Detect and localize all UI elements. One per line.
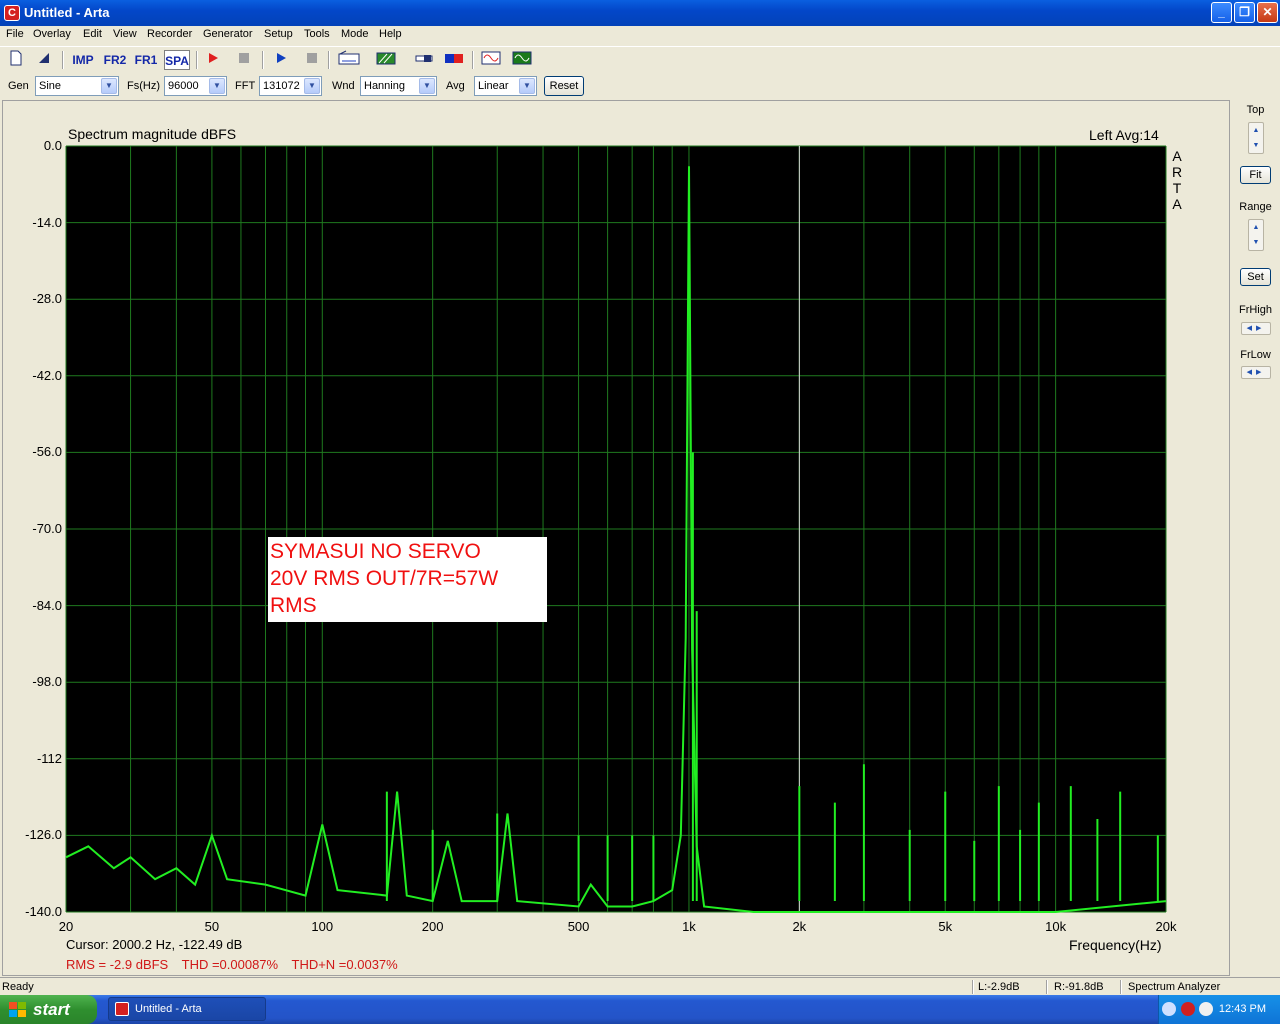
top-spinner[interactable]: ▲ ▼: [1248, 122, 1264, 154]
channel-info: Left Avg:14: [1089, 127, 1159, 143]
status-right-level: R:-91.8dB: [1054, 981, 1104, 993]
system-tray: 12:43 PM: [1158, 995, 1280, 1024]
x-tick-label: 500: [567, 919, 590, 934]
range-label: Range: [1239, 201, 1272, 213]
y-tick-label: -14.0: [32, 214, 62, 230]
y-tick-label: -28.0: [32, 291, 62, 307]
start-button[interactable]: start: [0, 995, 97, 1024]
status-bar: Ready L:-2.9dB R:-91.8dB Spectrum Analyz…: [0, 977, 1280, 995]
x-tick-label: 2k: [792, 919, 807, 934]
x-tick-label: 1k: [682, 919, 696, 934]
x-tick-label: 20: [58, 919, 74, 934]
plot-annotation[interactable]: SYMASUI NO SERVO 20V RMS OUT/7R=57W RMS: [268, 537, 547, 622]
annotation-line: 20V RMS OUT/7R=57W: [270, 567, 499, 590]
y-tick-label: -70.0: [32, 521, 62, 536]
frlow-spinner[interactable]: ◀▶: [1241, 366, 1271, 379]
arta-letter: T: [1172, 180, 1182, 196]
cursor-readout: Cursor: 2000.2 Hz, -122.49 dB: [66, 937, 243, 952]
start-label: start: [33, 1000, 70, 1019]
x-tick-label: 5k: [938, 919, 953, 934]
frhigh-spinner[interactable]: ◀▶: [1241, 322, 1271, 335]
annotation-line: RMS: [270, 594, 317, 617]
maximize-button[interactable]: ❐: [1234, 2, 1255, 23]
close-button[interactable]: ✕: [1257, 2, 1278, 23]
y-tick-label: -84.0: [32, 597, 62, 613]
y-tick-label: 0.0: [43, 138, 62, 153]
set-button[interactable]: Set: [1240, 268, 1271, 286]
y-tick-label: -140.0: [25, 904, 62, 919]
x-tick-label: 20k: [1155, 919, 1177, 934]
y-tick-label: -42.0: [32, 367, 62, 383]
status-mode: Spectrum Analyzer: [1128, 981, 1221, 993]
range-spinner[interactable]: ▲ ▼: [1248, 219, 1264, 251]
thdn-value: THD+N =0.0037%: [291, 957, 398, 972]
arta-letter: A: [1172, 148, 1182, 164]
y-tick-label: -56.0: [32, 444, 62, 460]
tray-app-icon[interactable]: [1199, 1002, 1213, 1016]
thd-value: THD =0.00087%: [181, 957, 279, 972]
tray-clock: 12:43 PM: [1218, 1003, 1266, 1015]
plot-title: Spectrum magnitude dBFS: [68, 126, 237, 142]
app-icon: [115, 1002, 129, 1016]
annotation-line: SYMASUI NO SERVO: [270, 540, 481, 563]
top-label: Top: [1246, 104, 1265, 116]
taskbar: start Untitled - Arta 12:43 PM: [0, 995, 1280, 1024]
x-tick-label: 50: [204, 919, 220, 934]
x-tick-label: 100: [311, 919, 334, 934]
tray-expand-icon[interactable]: [1162, 1002, 1176, 1016]
frhigh-label: FrHigh: [1238, 304, 1272, 316]
fit-button[interactable]: Fit: [1240, 166, 1271, 184]
status-divider: [1046, 980, 1048, 994]
status-left-level: L:-2.9dB: [978, 981, 1020, 993]
arta-vertical-label: ARTA: [1171, 148, 1183, 212]
frlow-label: FrLow: [1240, 349, 1271, 361]
x-tick-label: 200: [421, 919, 444, 934]
y-tick-label: -98.0: [32, 674, 62, 690]
tray-security-icon[interactable]: [1181, 1002, 1195, 1016]
taskbar-app-label: Untitled - Arta: [135, 1003, 202, 1015]
scale-panel: Top ▲ ▼ Fit Range ▲ ▼ Set FrHigh ◀▶ FrLow …: [1231, 100, 1280, 976]
status-divider: [972, 980, 974, 994]
x-tick-label: 10k: [1045, 919, 1067, 934]
x-axis-label: Frequency(Hz): [1069, 937, 1162, 953]
spectrum-plot[interactable]: [0, 0, 1230, 976]
arta-letter: R: [1171, 164, 1183, 180]
taskbar-app-arta[interactable]: Untitled - Arta: [108, 997, 266, 1021]
measurement-readout: RMS = -2.9 dBFS THD =0.00087% THD+N =0.0…: [66, 957, 408, 972]
arta-letter: A: [1172, 196, 1182, 212]
status-ready: Ready: [2, 981, 34, 993]
y-tick-label: -112: [36, 750, 62, 766]
windows-logo-icon: [9, 1002, 26, 1017]
rms-value: RMS = -2.9 dBFS: [66, 957, 169, 972]
y-tick-label: -126.0: [25, 827, 62, 843]
status-divider: [1120, 980, 1122, 994]
